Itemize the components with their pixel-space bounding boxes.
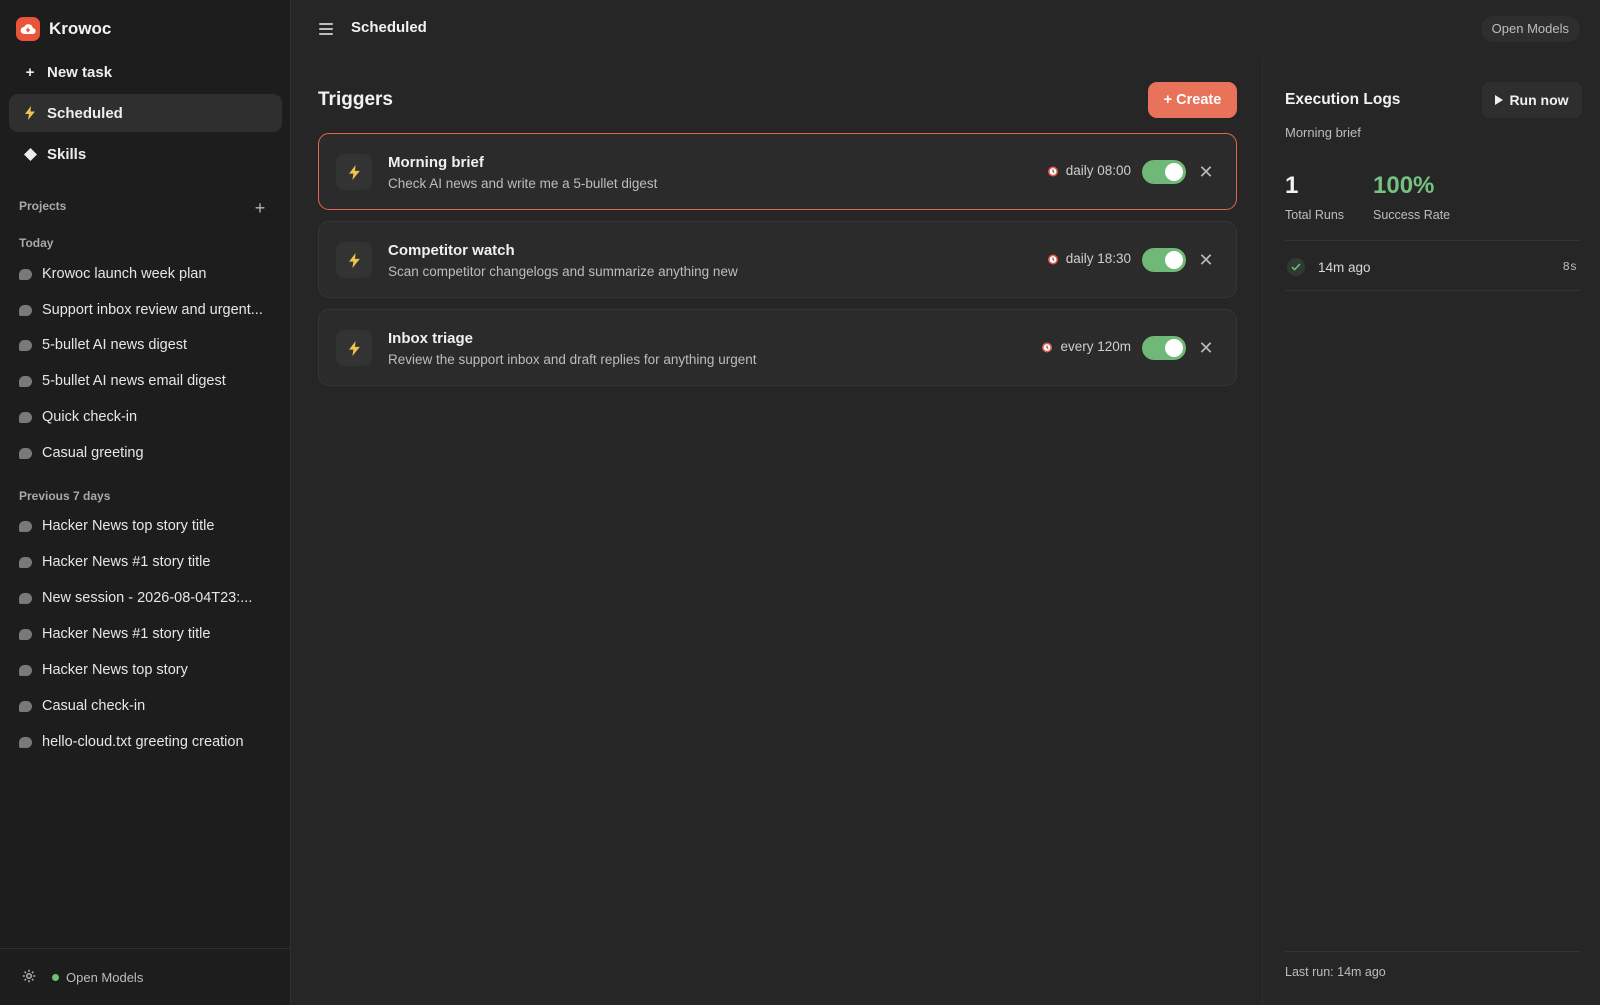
gear-icon[interactable] [22,969,36,986]
chat-bubble-icon [19,411,32,423]
nav-item-scheduled[interactable]: Scheduled [9,94,282,132]
session-item[interactable]: Hacker News #1 story title [19,547,281,577]
execution-logs-panel: Execution Logs Run now Morning brief 1 T… [1262,58,1600,1005]
nav-item-label: Scheduled [47,104,123,122]
bolt-icon [336,330,372,366]
success-rate-label: Success Rate [1373,208,1451,222]
chat-bubble-icon [19,556,32,568]
new-task-label: New task [47,63,113,81]
chat-bubble-icon [19,304,32,316]
chat-bubble-icon [19,520,32,532]
session-item[interactable]: Hacker News #1 story title [19,619,281,649]
alarm-clock-icon [1047,166,1058,176]
trigger-card[interactable]: Inbox triage Review the support inbox an… [318,309,1237,386]
bolt-icon [336,154,372,190]
trigger-description: Check AI news and write me a 5-bullet di… [388,176,658,191]
alarm-clock-icon [1047,254,1058,264]
chat-bubble-icon [19,447,32,459]
session-item[interactable]: 5-bullet AI news email digest [19,366,281,396]
app-name: Krowoc [49,19,112,38]
close-icon[interactable]: ✕ [1196,162,1216,182]
success-rate-value: 100% [1373,172,1435,199]
projects-heading: Projects [19,199,67,213]
trigger-name: Morning brief [388,154,484,171]
session-item[interactable]: Casual greeting [19,438,281,468]
logs-title: Execution Logs [1285,91,1401,108]
chat-bubble-icon [19,375,32,387]
trigger-schedule: daily 08:00 [1047,163,1131,178]
top-bar: Scheduled Open Models [291,0,1600,58]
trigger-toggle[interactable] [1142,336,1186,360]
trigger-toggle[interactable] [1142,248,1186,272]
close-icon[interactable]: ✕ [1196,250,1216,270]
chat-bubble-icon [19,700,32,712]
chat-bubble-icon [19,592,32,604]
chat-bubble-icon [19,268,32,280]
close-icon[interactable]: ✕ [1196,338,1216,358]
create-trigger-button[interactable]: + Create [1148,82,1237,118]
trigger-name: Inbox triage [388,330,474,347]
schedule-text: daily 18:30 [1065,251,1131,266]
session-item[interactable]: Hacker News top story [19,655,281,685]
log-duration: 8s [1562,260,1577,274]
sidebar-footer: Open Models [0,948,291,1005]
trigger-name: Competitor watch [388,242,515,259]
add-project-button[interactable]: + [250,198,270,218]
divider [1285,290,1581,291]
alarm-clock-icon [1042,342,1053,352]
hamburger-menu-icon[interactable] [319,23,333,35]
session-item[interactable]: Quick check-in [19,402,281,432]
trigger-toggle[interactable] [1142,160,1186,184]
trigger-card[interactable]: Morning brief Check AI news and write me… [318,133,1237,210]
total-runs-value: 1 [1285,172,1299,199]
schedule-text: daily 08:00 [1065,163,1131,178]
session-item[interactable]: 5-bullet AI news digest [19,330,281,360]
trigger-description: Review the support inbox and draft repli… [388,352,757,367]
trigger-schedule: every 120m [1041,339,1131,354]
new-task-button[interactable]: + New task [9,53,282,91]
triggers-heading: Triggers [318,89,393,110]
session-item[interactable]: Support inbox review and urgent... [19,295,281,325]
session-item[interactable]: New session - 2026-08-04T23:... [19,583,281,613]
logs-trigger-name: Morning brief [1285,125,1361,140]
previous-heading: Previous 7 days [19,489,111,503]
run-now-label: Run now [1509,92,1569,108]
bolt-icon [20,106,40,120]
play-icon [1495,95,1504,105]
model-selector[interactable]: Open Models [1480,16,1580,42]
session-item[interactable]: hello-cloud.txt greeting creation [19,727,281,757]
trigger-schedule: daily 18:30 [1047,251,1131,266]
divider [1285,240,1581,241]
brand[interactable]: Krowoc [16,16,111,42]
check-icon [1287,258,1305,276]
status-dot [52,973,59,981]
today-heading: Today [19,236,54,250]
total-runs-label: Total Runs [1285,208,1345,222]
schedule-text: every 120m [1060,339,1131,354]
diamond-icon [20,147,40,161]
log-time: 14m ago [1318,259,1371,275]
bolt-icon [336,242,372,278]
model-label[interactable]: Open Models [66,970,143,985]
trigger-description: Scan competitor changelogs and summarize… [388,264,738,279]
divider [1285,951,1581,952]
page-title: Scheduled [351,19,427,36]
last-run-text: Last run: 14m ago [1285,965,1386,979]
nav-item-label: Skills [47,145,87,163]
chat-bubble-icon [19,339,32,351]
trigger-card[interactable]: Competitor watch Scan competitor changel… [318,221,1237,298]
chat-bubble-icon [19,628,32,640]
log-entry[interactable]: 14m ago 8s [1285,248,1581,286]
session-item[interactable]: Casual check-in [19,691,281,721]
nav-item-skills[interactable]: Skills [9,135,282,173]
session-item[interactable]: Hacker News top story title [19,511,281,541]
plus-icon: + [25,63,35,81]
run-now-button[interactable]: Run now [1482,82,1582,118]
cloud-logo-icon [16,17,40,41]
chat-bubble-icon [19,736,32,748]
session-item[interactable]: Krowoc launch week plan [19,259,281,289]
chat-bubble-icon [19,664,32,676]
sidebar: Krowoc + New task Scheduled Skills Proje… [0,0,291,1005]
